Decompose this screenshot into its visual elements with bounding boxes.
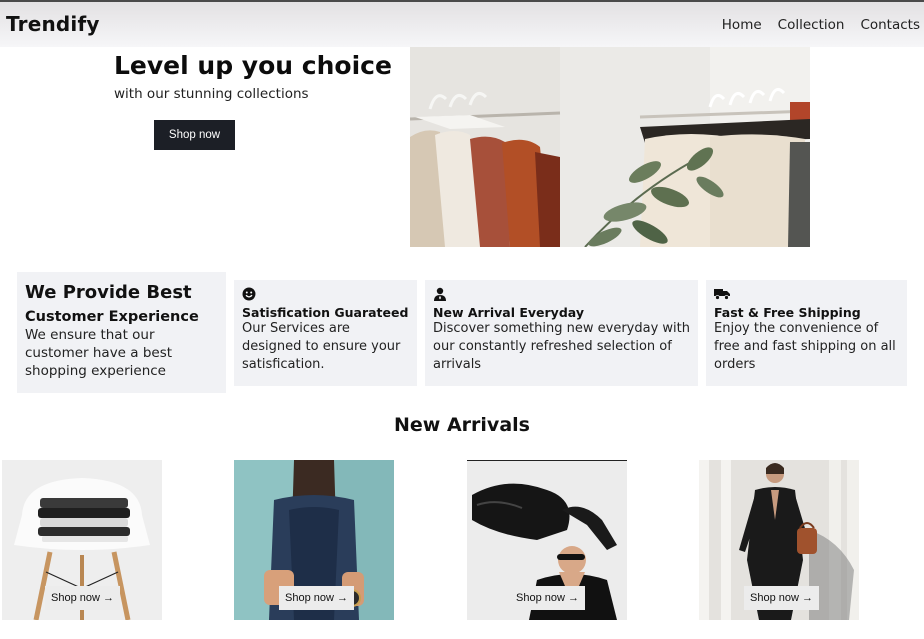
shop-now-button[interactable]: Shop now →: [279, 586, 354, 610]
shop-now-button[interactable]: Shop now →: [510, 586, 585, 610]
feature-text: Enjoy the convenience of free and fast s…: [714, 321, 896, 372]
feature-text: Discover something new everyday with our…: [433, 321, 690, 372]
shop-now-label: Shop now: [516, 592, 565, 604]
product-card-chair-clothes[interactable]: Shop now →: [2, 460, 162, 620]
navbar: Trendify Home Collection Contacts: [0, 0, 924, 47]
hero-shop-now-button[interactable]: Shop now: [154, 120, 235, 150]
hero-title: Level up you choice: [114, 51, 392, 80]
arrow-right-icon: →: [336, 592, 348, 604]
new-arrivals-heading: New Arrivals: [394, 414, 530, 436]
nav-link-contacts[interactable]: Contacts: [860, 17, 920, 33]
feature-title: Fast & Free Shipping: [714, 305, 861, 320]
intro-subheading: Customer Experience: [25, 309, 199, 325]
nav-link-collection[interactable]: Collection: [778, 17, 845, 33]
user-icon: [434, 287, 446, 301]
intro-text: We ensure that our customer have a best …: [25, 327, 173, 379]
shop-now-label: Shop now: [750, 592, 799, 604]
arrow-right-icon: →: [102, 592, 114, 604]
truck-icon: [714, 289, 730, 300]
arrow-right-icon: →: [567, 592, 579, 604]
nav-links: Home Collection Contacts: [722, 17, 920, 33]
customer-experience-card: We Provide Best Customer Experience We e…: [17, 272, 226, 393]
feature-card-new-arrival: New Arrival Everyday Discover something …: [425, 280, 698, 386]
hero-image-clothing-rack: [410, 47, 810, 247]
smiley-icon: [242, 287, 256, 301]
hero-subtitle: with our stunning collections: [114, 86, 309, 102]
clothing-rack-illustration: [410, 47, 810, 247]
product-card-black-suit[interactable]: Shop now →: [699, 460, 859, 620]
nav-link-home[interactable]: Home: [722, 17, 762, 33]
arrow-right-icon: →: [801, 592, 813, 604]
product-card-leather-jacket[interactable]: Shop now →: [467, 460, 627, 620]
intro-heading: We Provide Best: [25, 282, 192, 303]
feature-card-shipping: Fast & Free Shipping Enjoy the convenien…: [706, 280, 907, 386]
feature-title: Satisfication Guarateed: [242, 305, 409, 320]
shop-now-label: Shop now: [51, 592, 100, 604]
brand-logo[interactable]: Trendify: [6, 12, 100, 36]
feature-card-satisfaction: Satisfication Guarateed Our Services are…: [234, 280, 417, 386]
feature-text: Our Services are designed to ensure your…: [242, 321, 401, 372]
shop-now-button[interactable]: Shop now →: [744, 586, 819, 610]
feature-title: New Arrival Everyday: [433, 305, 584, 320]
shop-now-label: Shop now: [285, 592, 334, 604]
shop-now-button[interactable]: Shop now →: [45, 586, 120, 610]
product-card-shirt-watch[interactable]: Shop now →: [234, 460, 394, 620]
